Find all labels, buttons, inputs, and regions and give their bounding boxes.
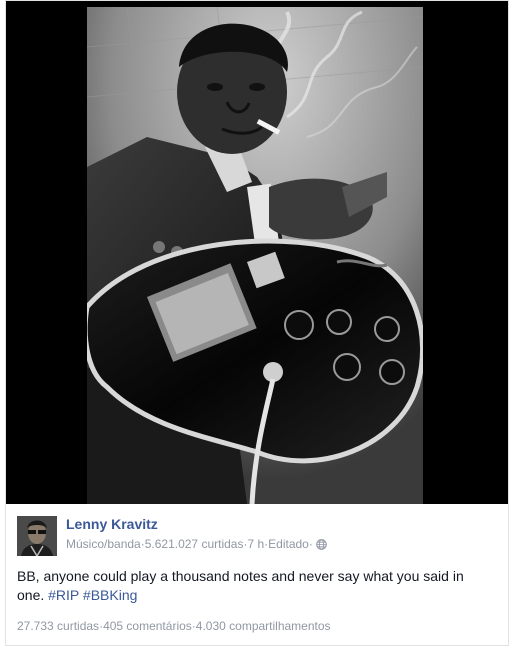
facebook-post: Lenny Kravitz Músico/banda · 5.621.027 c… bbox=[5, 0, 509, 646]
hashtag-bbking[interactable]: #BBKing bbox=[83, 587, 137, 603]
post-photo-frame[interactable] bbox=[6, 1, 508, 504]
author-category: Músico/banda bbox=[66, 537, 141, 551]
post-message: BB, anyone could play a thousand notes a… bbox=[17, 567, 487, 605]
comments-count[interactable]: 405 comentários bbox=[103, 619, 192, 633]
avatar-image bbox=[17, 516, 57, 556]
author-name[interactable]: Lenny Kravitz bbox=[66, 516, 158, 532]
meta-separator: · bbox=[308, 537, 313, 551]
shares-count[interactable]: 4.030 compartilhamentos bbox=[196, 619, 331, 633]
post-stats: 27.733 curtidas · 405 comentários · 4.03… bbox=[17, 619, 331, 633]
post-photo[interactable] bbox=[87, 7, 423, 504]
post-header: Lenny Kravitz Músico/banda · 5.621.027 c… bbox=[17, 513, 497, 557]
globe-icon[interactable] bbox=[316, 539, 327, 550]
post-meta: Músico/banda · 5.621.027 curtidas · 7 h … bbox=[66, 537, 327, 551]
hashtag-rip[interactable]: #RIP bbox=[48, 587, 79, 603]
page-likes[interactable]: 5.621.027 curtidas bbox=[145, 537, 244, 551]
edited-label[interactable]: Editado bbox=[268, 537, 309, 551]
post-time[interactable]: 7 h bbox=[247, 537, 264, 551]
avatar[interactable] bbox=[17, 516, 57, 556]
likes-count[interactable]: 27.733 curtidas bbox=[17, 619, 99, 633]
